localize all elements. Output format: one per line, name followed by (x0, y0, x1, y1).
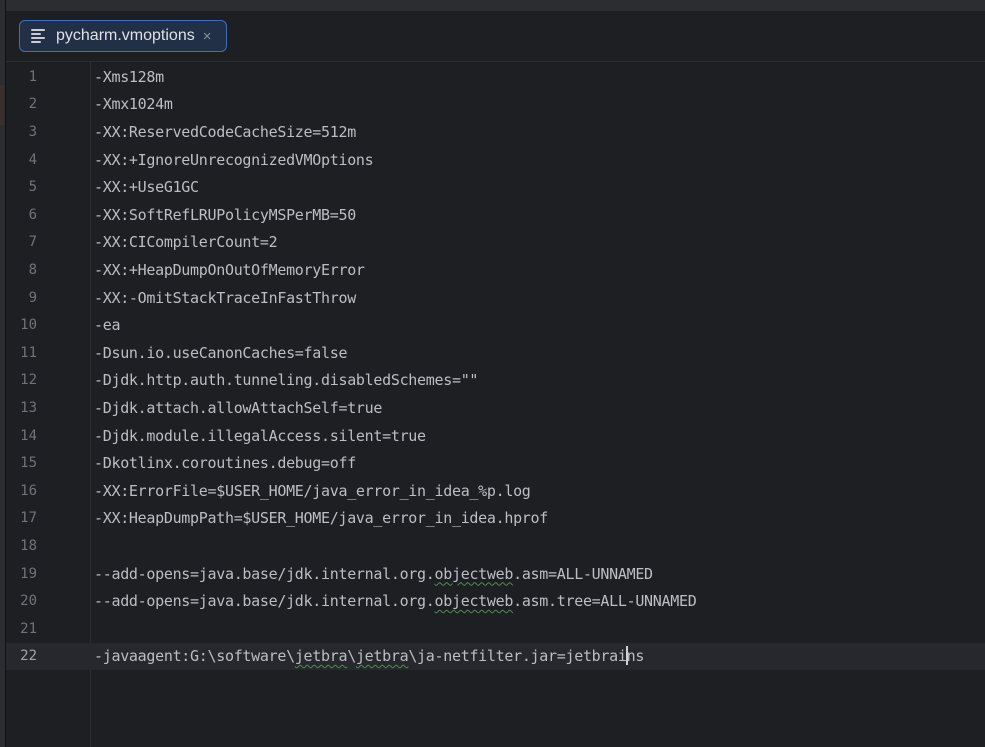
code-text: -XX:ReservedCodeCacheSize=512m (94, 122, 356, 141)
text-caret (625, 645, 628, 665)
line-number: 21 (20, 620, 37, 637)
code-text: -XX:+IgnoreUnrecognizedVMOptions (94, 150, 374, 169)
line-number: 22 (20, 648, 37, 665)
code-line[interactable]: 7 -XX:CICompilerCount=2 (6, 229, 985, 257)
code-segment: .asm=ALL-UNNAMED (513, 564, 653, 583)
code-line[interactable]: 21 (6, 615, 985, 643)
code-text: -Xmx1024m (94, 95, 173, 114)
code-line[interactable]: 6 -XX:SoftRefLRUPolicyMSPerMB=50 (6, 201, 985, 229)
code-text: -XX:HeapDumpPath=$USER_HOME/java_error_i… (94, 509, 549, 528)
code-line[interactable]: 10 -ea (6, 311, 985, 339)
code-text: -Xms128m (94, 67, 164, 86)
code-line[interactable]: 4 -XX:+IgnoreUnrecognizedVMOptions (6, 146, 985, 174)
code-segment: --add-opens=java.base/jdk.internal.org. (94, 564, 435, 583)
typo-word: objectweb (434, 592, 514, 611)
code-line[interactable]: 14 -Djdk.module.illegalAccess.silent=true (6, 422, 985, 450)
code-line[interactable]: 3 -XX:ReservedCodeCacheSize=512m (6, 118, 985, 146)
code-segment: \ (347, 646, 356, 665)
line-number: 2 (28, 96, 37, 113)
code-text: -Dsun.io.useCanonCaches=false (94, 343, 348, 362)
line-number: 17 (20, 510, 37, 527)
code-line[interactable]: 12 -Djdk.http.auth.tunneling.disabledSche… (6, 367, 985, 395)
editor-panel: pycharm.vmoptions × 1 -Xms128m 2 -Xmx1024m 3… (6, 11, 985, 747)
code-segment: \ja-netfilter.jar=jetbrai (408, 646, 627, 665)
line-number: 5 (28, 179, 37, 196)
line-number: 3 (28, 123, 37, 140)
line-number: 9 (28, 289, 37, 306)
typo-word: objectweb (434, 564, 514, 583)
code-segment: -javaagent:G:\software\ (94, 646, 295, 665)
code-text: -XX:ErrorFile=$USER_HOME/java_error_in_i… (94, 481, 531, 500)
line-number: 20 (20, 593, 37, 610)
line-number: 13 (20, 399, 37, 416)
editor-tab-bar: pycharm.vmoptions × (6, 11, 985, 62)
code-text: --add-opens=java.base/jdk.internal.org.o… (94, 592, 697, 611)
tab-pycharm-vmoptions[interactable]: pycharm.vmoptions × (19, 20, 227, 52)
code-segment: --add-opens=java.base/jdk.internal.org. (94, 592, 435, 611)
line-number: 15 (20, 455, 37, 472)
code-text: -XX:+UseG1GC (94, 178, 199, 197)
top-strip (6, 0, 985, 11)
line-number: 7 (28, 234, 37, 251)
line-number: 1 (28, 68, 37, 85)
line-number: 16 (20, 482, 37, 499)
line-number: 10 (20, 317, 37, 334)
code-line[interactable]: 22 -javaagent:G:\software\jetbra\jetbra\j… (6, 642, 985, 671)
code-line[interactable]: 9 -XX:-OmitStackTraceInFastThrow (6, 284, 985, 312)
code-text: --add-opens=java.base/jdk.internal.org.o… (94, 565, 653, 583)
ide-window: pycharm.vmoptions × 1 -Xms128m 2 -Xmx1024m 3… (0, 0, 985, 747)
code-segment: ns (626, 646, 645, 665)
typo-word: jetbra (294, 646, 348, 665)
code-line[interactable]: 2 -Xmx1024m (6, 91, 985, 119)
code-segment: .asm.tree=ALL-UNNAMED (513, 592, 697, 611)
line-number: 11 (20, 344, 37, 361)
code-text: -XX:CICompilerCount=2 (94, 233, 278, 252)
line-number: 8 (28, 261, 37, 278)
text-file-icon (31, 29, 47, 43)
code-line[interactable]: 17 -XX:HeapDumpPath=$USER_HOME/java_error… (6, 505, 985, 533)
code-text: -ea (94, 316, 121, 335)
code-text: -Djdk.attach.allowAttachSelf=true (94, 398, 383, 417)
line-number: 18 (20, 537, 37, 554)
code-line[interactable]: 11 -Dsun.io.useCanonCaches=false (6, 339, 985, 367)
tab-label: pycharm.vmoptions (56, 27, 195, 44)
code-line[interactable]: 19 --add-opens=java.base/jdk.internal.org… (6, 560, 985, 588)
code-text: -Djdk.module.illegalAccess.silent=true (94, 426, 426, 445)
code-line[interactable]: 1 -Xms128m (6, 63, 985, 91)
code-line[interactable]: 20 --add-opens=java.base/jdk.internal.org… (6, 587, 985, 615)
typo-word: jetbra (355, 646, 409, 665)
line-number: 19 (20, 565, 37, 582)
code-line[interactable]: 13 -Djdk.attach.allowAttachSelf=true (6, 394, 985, 422)
line-number: 14 (20, 427, 37, 444)
line-number: 12 (20, 372, 37, 389)
code-text: -XX:+HeapDumpOnOutOfMemoryError (94, 260, 365, 279)
code-text: -XX:-OmitStackTraceInFastThrow (94, 288, 356, 307)
code-text: -Dkotlinx.coroutines.debug=off (94, 454, 356, 473)
code-line[interactable]: 16 -XX:ErrorFile=$USER_HOME/java_error_in… (6, 477, 985, 505)
code-editor[interactable]: 1 -Xms128m 2 -Xmx1024m 3 -XX:ReservedCodeCach… (6, 62, 985, 747)
close-icon[interactable]: × (203, 29, 212, 44)
line-number: 4 (28, 151, 37, 168)
code-text: -XX:SoftRefLRUPolicyMSPerMB=50 (94, 205, 356, 224)
code-line[interactable]: 8 -XX:+HeapDumpOnOutOfMemoryError (6, 256, 985, 284)
code-text: -Djdk.http.auth.tunneling.disabledScheme… (94, 371, 479, 390)
code-line[interactable]: 18 (6, 532, 985, 560)
line-number: 6 (28, 206, 37, 223)
code-line[interactable]: 5 -XX:+UseG1GC (6, 173, 985, 201)
code-line[interactable]: 15 -Dkotlinx.coroutines.debug=off (6, 449, 985, 477)
code-text: -javaagent:G:\software\jetbra\jetbra\ja-… (94, 645, 645, 666)
